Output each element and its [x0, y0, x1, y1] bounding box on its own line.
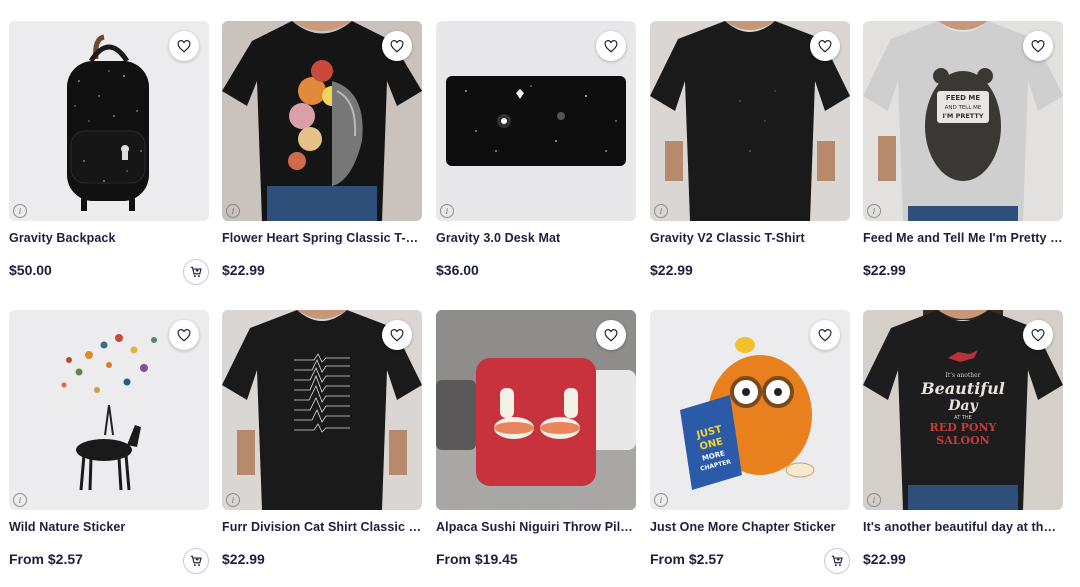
- product-title[interactable]: Gravity Backpack: [9, 231, 209, 245]
- product-price: $22.99: [863, 551, 906, 567]
- info-icon[interactable]: i: [440, 204, 454, 218]
- info-icon[interactable]: i: [867, 493, 881, 507]
- heart-icon: [604, 328, 618, 342]
- product-image[interactable]: i: [222, 310, 422, 510]
- info-icon[interactable]: i: [654, 493, 668, 507]
- heart-icon: [177, 328, 191, 342]
- shirt-text: RED PONY: [930, 421, 997, 434]
- shirt-text: Beautiful: [920, 379, 1005, 398]
- cart-icon: [831, 555, 843, 567]
- product-price: $50.00: [9, 262, 52, 278]
- product-title[interactable]: Alpaca Sushi Niguiri Throw Pillow: [436, 520, 636, 534]
- heart-icon: [390, 328, 404, 342]
- product-title[interactable]: Flower Heart Spring Classic T-Shirt: [222, 231, 422, 245]
- favorite-button[interactable]: [596, 320, 626, 350]
- product-title[interactable]: Furr Division Cat Shirt Classic T-Shirt: [222, 520, 422, 534]
- product-image[interactable]: i: [650, 21, 850, 221]
- info-icon[interactable]: i: [13, 204, 27, 218]
- product-image[interactable]: i: [9, 310, 209, 510]
- product-price: $22.99: [650, 262, 693, 278]
- heart-icon: [390, 39, 404, 53]
- product-title[interactable]: Gravity 3.0 Desk Mat: [436, 231, 636, 245]
- product-image[interactable]: [436, 310, 636, 510]
- product-image[interactable]: i: [436, 21, 636, 221]
- info-icon[interactable]: i: [226, 204, 240, 218]
- info-icon[interactable]: i: [867, 204, 881, 218]
- product-price: From $2.57: [9, 551, 83, 567]
- heart-icon: [1031, 328, 1045, 342]
- favorite-button[interactable]: [810, 320, 840, 350]
- product-title[interactable]: Gravity V2 Classic T-Shirt: [650, 231, 850, 245]
- product-image[interactable]: JUST ONE MORE CHAPTER i: [650, 310, 850, 510]
- favorite-button[interactable]: [1023, 320, 1053, 350]
- favorite-button[interactable]: [382, 320, 412, 350]
- product-price: $22.99: [863, 262, 906, 278]
- product-title[interactable]: Feed Me and Tell Me I'm Pretty Bear: [863, 231, 1063, 245]
- product-image[interactable]: It's another Beautiful Day AT THE RED PO…: [863, 310, 1063, 510]
- add-to-cart-button[interactable]: [183, 548, 209, 574]
- favorite-button[interactable]: [169, 31, 199, 61]
- product-grid: i Gravity Backpack $50.00 i Flower Heart…: [0, 0, 1080, 587]
- favorite-button[interactable]: [382, 31, 412, 61]
- heart-icon: [1031, 39, 1045, 53]
- add-to-cart-button[interactable]: [824, 548, 850, 574]
- favorite-button[interactable]: [810, 31, 840, 61]
- shirt-text: SALOON: [936, 434, 989, 447]
- product-title[interactable]: Just One More Chapter Sticker: [650, 520, 850, 534]
- shirt-text: It's another: [945, 372, 980, 379]
- heart-icon: [604, 39, 618, 53]
- heart-icon: [818, 39, 832, 53]
- cart-icon: [190, 266, 202, 278]
- heart-icon: [177, 39, 191, 53]
- favorite-button[interactable]: [596, 31, 626, 61]
- cart-icon: [190, 555, 202, 567]
- heart-icon: [818, 328, 832, 342]
- product-image[interactable]: i: [9, 21, 209, 221]
- favorite-button[interactable]: [169, 320, 199, 350]
- favorite-button[interactable]: [1023, 31, 1053, 61]
- info-icon[interactable]: i: [226, 493, 240, 507]
- product-price: $22.99: [222, 551, 265, 567]
- product-price: $36.00: [436, 262, 479, 278]
- bear-sign-line: FEED ME: [946, 94, 981, 102]
- product-image[interactable]: FEED ME AND TELL ME I'M PRETTY i: [863, 21, 1063, 221]
- bear-sign-line: I'M PRETTY: [942, 112, 983, 120]
- info-icon[interactable]: i: [654, 204, 668, 218]
- product-title[interactable]: It's another beautiful day at the red po…: [863, 520, 1063, 534]
- add-to-cart-button[interactable]: [183, 259, 209, 285]
- bear-sign-line: AND TELL ME: [945, 105, 982, 111]
- product-price: From $2.57: [650, 551, 724, 567]
- product-image[interactable]: i: [222, 21, 422, 221]
- info-icon[interactable]: i: [13, 493, 27, 507]
- product-price: $22.99: [222, 262, 265, 278]
- shirt-text: Day: [947, 398, 978, 414]
- product-price: From $19.45: [436, 551, 518, 567]
- product-title[interactable]: Wild Nature Sticker: [9, 520, 209, 534]
